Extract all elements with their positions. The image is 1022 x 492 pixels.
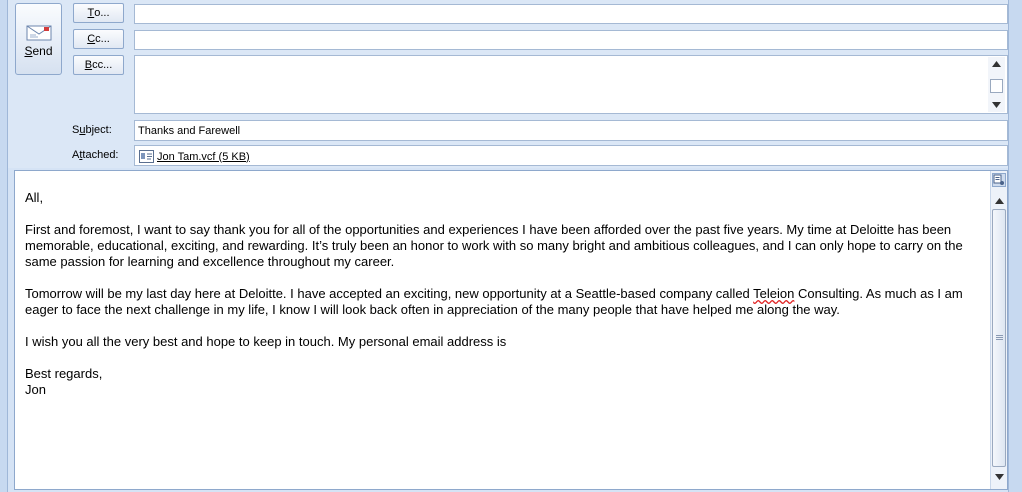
misspelled-word[interactable]: Teleion xyxy=(753,286,794,301)
bcc-button-label: cc... xyxy=(92,59,113,71)
subject-label: Subject: xyxy=(72,124,112,136)
cc-field[interactable] xyxy=(134,30,1008,50)
bcc-scroll-thumb[interactable] xyxy=(990,79,1003,93)
body-greeting: All, xyxy=(25,190,44,205)
send-button[interactable]: Send xyxy=(15,3,62,75)
body-scroll-thumb[interactable] xyxy=(992,209,1006,467)
message-body-text[interactable]: All, First and foremost, I want to say t… xyxy=(25,190,985,398)
formatting-toggle-icon[interactable] xyxy=(992,173,1006,187)
to-button-label: o... xyxy=(94,7,110,19)
subject-value: Thanks and Farewell xyxy=(138,125,241,137)
body-closing: Best regards, xyxy=(25,366,103,381)
subject-field[interactable]: Thanks and Farewell xyxy=(134,120,1008,141)
message-body-editor[interactable]: All, First and foremost, I want to say t… xyxy=(14,170,1008,490)
cc-button[interactable]: Cc... xyxy=(73,29,124,49)
to-button[interactable]: To... xyxy=(73,3,124,23)
bcc-button[interactable]: Bcc... xyxy=(73,55,124,75)
arrow-up-icon[interactable] xyxy=(992,61,1001,67)
body-paragraph-3: I wish you all the very best and hope to… xyxy=(25,334,507,349)
to-button-accel: T xyxy=(87,7,95,19)
cc-button-label: c... xyxy=(95,33,110,45)
attached-label: Attached: xyxy=(72,149,119,161)
attachment-item[interactable]: Jon Tam.vcf (5 KB) xyxy=(139,150,250,163)
attached-field: Jon Tam.vcf (5 KB) xyxy=(134,145,1008,166)
vcard-file-icon xyxy=(139,150,154,163)
send-label: Send xyxy=(24,44,53,58)
bcc-button-accel: B xyxy=(84,59,93,71)
bcc-field[interactable] xyxy=(134,55,1008,114)
envelope-send-icon xyxy=(26,25,51,41)
bcc-scrollbar[interactable] xyxy=(988,57,1005,112)
arrow-down-icon[interactable] xyxy=(995,474,1004,480)
attachment-name[interactable]: Jon Tam.vcf (5 KB) xyxy=(157,151,250,163)
arrow-up-icon[interactable] xyxy=(995,198,1004,204)
arrow-down-icon[interactable] xyxy=(992,102,1001,108)
window-right-edge xyxy=(1008,0,1022,492)
body-scrollbar[interactable] xyxy=(990,171,1007,489)
body-paragraph-2: Tomorrow will be my last day here at Del… xyxy=(25,286,963,317)
window-left-edge xyxy=(0,0,8,492)
to-field[interactable] xyxy=(134,4,1008,24)
cc-button-accel: C xyxy=(87,33,96,45)
body-signature: Jon xyxy=(25,382,46,397)
body-paragraph-1: First and foremost, I want to say thank … xyxy=(25,222,963,269)
